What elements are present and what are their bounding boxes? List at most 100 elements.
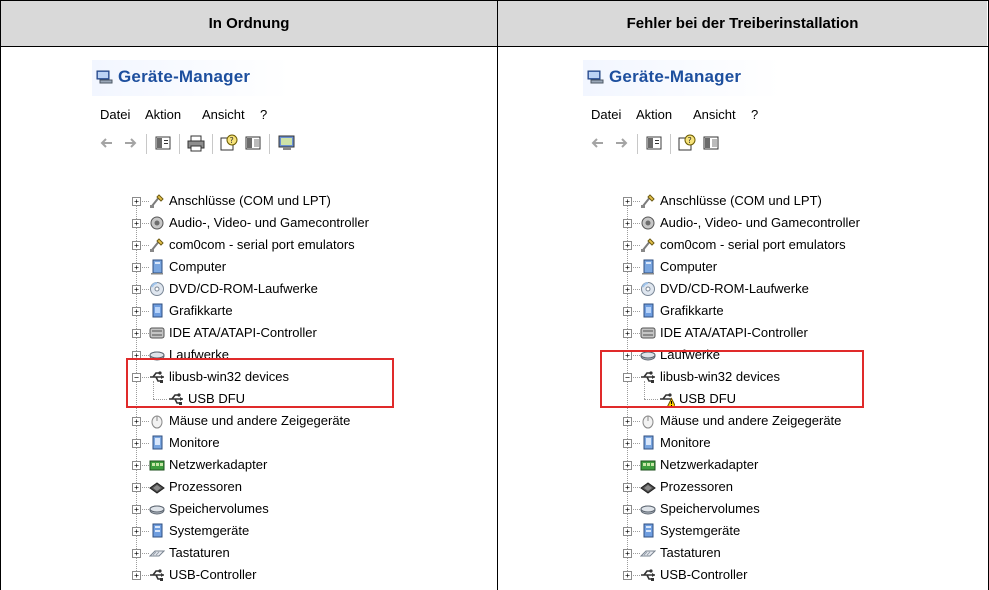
tree-item[interactable]: + Mäuse und andere Zeigegeräte bbox=[92, 411, 422, 431]
tree-item-label: Netzwerkadapter bbox=[660, 457, 759, 472]
table-border-left bbox=[0, 0, 1, 590]
expand-icon[interactable]: + bbox=[623, 219, 632, 228]
expand-icon[interactable]: + bbox=[132, 527, 141, 536]
tree-item[interactable]: + DVD/CD-ROM-Laufwerke bbox=[92, 279, 422, 299]
tree-connector-line bbox=[633, 509, 640, 510]
usb-icon bbox=[149, 567, 165, 583]
expand-icon[interactable]: + bbox=[132, 197, 141, 206]
tree-item[interactable]: + Speichervolumes bbox=[583, 499, 913, 519]
tree-connector-line bbox=[142, 245, 149, 246]
tree-item-label: Prozessoren bbox=[169, 479, 242, 494]
tree-item-label: Monitore bbox=[660, 435, 711, 450]
tree-item-label: USB-Controller bbox=[169, 567, 257, 582]
expand-icon[interactable]: + bbox=[623, 417, 632, 426]
expand-icon[interactable]: + bbox=[623, 307, 632, 316]
column-header-error: Fehler bei der Treiberinstallation bbox=[626, 15, 859, 32]
tree-item[interactable]: + Monitore bbox=[92, 433, 422, 453]
tree-item-label: Computer bbox=[660, 259, 718, 274]
tree-item[interactable]: + Mäuse und andere Zeigegeräte bbox=[583, 411, 913, 431]
network-icon bbox=[149, 457, 165, 473]
port-icon bbox=[640, 193, 656, 209]
tree-item[interactable]: + Systemgeräte bbox=[583, 521, 913, 541]
tree-item[interactable]: + Systemgeräte bbox=[92, 521, 422, 541]
expand-icon[interactable]: + bbox=[132, 417, 141, 426]
expand-icon[interactable]: + bbox=[623, 439, 632, 448]
tree-item[interactable]: + Tastaturen bbox=[92, 543, 422, 563]
tree-item[interactable]: + Speichervolumes bbox=[92, 499, 422, 519]
tree-item[interactable]: + com0com - serial port emulators bbox=[583, 235, 913, 255]
tree-item[interactable]: + Anschlüsse (COM und LPT) bbox=[583, 191, 913, 211]
tree-item-label: DVD/CD-ROM-Laufwerke bbox=[169, 281, 318, 296]
expand-icon[interactable]: + bbox=[132, 263, 141, 272]
tree-connector-line bbox=[633, 553, 640, 554]
tree-connector-line bbox=[142, 421, 149, 422]
expand-icon[interactable]: + bbox=[132, 571, 141, 580]
expand-icon[interactable]: + bbox=[132, 219, 141, 228]
tree-item[interactable]: + USB-Controller bbox=[583, 565, 913, 585]
port-icon bbox=[640, 237, 656, 253]
tree-item-label: Audio-, Video- und Gamecontroller bbox=[660, 215, 860, 230]
expand-icon[interactable]: + bbox=[623, 549, 632, 558]
tree-item[interactable]: + Prozessoren bbox=[92, 477, 422, 497]
highlight-box bbox=[600, 350, 864, 408]
expand-icon[interactable]: + bbox=[623, 527, 632, 536]
expand-icon[interactable]: + bbox=[132, 307, 141, 316]
tree-item[interactable]: + Grafikkarte bbox=[92, 301, 422, 321]
system-icon bbox=[640, 523, 656, 539]
tree-connector-line bbox=[633, 575, 640, 576]
tree-item[interactable]: + Anschlüsse (COM und LPT) bbox=[92, 191, 422, 211]
tree-item[interactable]: + IDE ATA/ATAPI-Controller bbox=[92, 323, 422, 343]
keyboard-icon bbox=[639, 545, 657, 561]
tree-connector-line bbox=[633, 289, 640, 290]
tree-item[interactable]: + Tastaturen bbox=[583, 543, 913, 563]
table-border-top bbox=[0, 0, 989, 1]
expand-icon[interactable]: + bbox=[623, 461, 632, 470]
expand-icon[interactable]: + bbox=[623, 263, 632, 272]
expand-icon[interactable]: + bbox=[132, 505, 141, 514]
tree-item[interactable]: + Grafikkarte bbox=[583, 301, 913, 321]
expand-icon[interactable]: + bbox=[623, 285, 632, 294]
expand-icon[interactable]: + bbox=[623, 197, 632, 206]
tree-item[interactable]: + Computer bbox=[583, 257, 913, 277]
expand-icon[interactable]: + bbox=[132, 461, 141, 470]
expand-icon[interactable]: + bbox=[132, 483, 141, 492]
tree-item[interactable]: + DVD/CD-ROM-Laufwerke bbox=[583, 279, 913, 299]
tree-item[interactable]: + com0com - serial port emulators bbox=[92, 235, 422, 255]
expand-icon[interactable]: + bbox=[623, 329, 632, 338]
tree-connector-line bbox=[633, 201, 640, 202]
tree-connector-line bbox=[633, 531, 640, 532]
expand-icon[interactable]: + bbox=[623, 571, 632, 580]
highlight-box bbox=[126, 358, 394, 408]
expand-icon[interactable]: + bbox=[132, 241, 141, 250]
expand-icon[interactable]: + bbox=[623, 241, 632, 250]
tree-item[interactable]: + Monitore bbox=[583, 433, 913, 453]
tree-item-label: Computer bbox=[169, 259, 227, 274]
audio-icon bbox=[640, 215, 656, 231]
tree-item[interactable]: + Audio-, Video- und Gamecontroller bbox=[583, 213, 913, 233]
tree-connector-line bbox=[142, 311, 149, 312]
device-tree: + Anschlüsse (COM und LPT) + Audio-, Video-… bbox=[583, 60, 913, 590]
tree-item-label: Monitore bbox=[169, 435, 220, 450]
tree-item[interactable]: + Computer bbox=[92, 257, 422, 277]
expand-icon[interactable]: + bbox=[132, 329, 141, 338]
tree-item[interactable]: + Netzwerkadapter bbox=[92, 455, 422, 475]
tree-item-label: DVD/CD-ROM-Laufwerke bbox=[660, 281, 809, 296]
tree-item[interactable]: + Audio-, Video- und Gamecontroller bbox=[92, 213, 422, 233]
display-icon bbox=[149, 303, 165, 319]
mouse-icon bbox=[640, 413, 656, 429]
tree-item[interactable]: + USB-Controller bbox=[92, 565, 422, 585]
tree-connector-line bbox=[633, 465, 640, 466]
expand-icon[interactable]: + bbox=[132, 285, 141, 294]
tree-connector-line bbox=[142, 531, 149, 532]
tree-connector-line bbox=[633, 443, 640, 444]
expand-icon[interactable]: + bbox=[623, 483, 632, 492]
computer-icon bbox=[149, 259, 165, 275]
expand-icon[interactable]: + bbox=[132, 549, 141, 558]
expand-icon[interactable]: + bbox=[132, 439, 141, 448]
expand-icon[interactable]: + bbox=[623, 505, 632, 514]
table-border-header bbox=[0, 46, 989, 47]
tree-item[interactable]: + Prozessoren bbox=[583, 477, 913, 497]
tree-item[interactable]: + Netzwerkadapter bbox=[583, 455, 913, 475]
tree-connector-line bbox=[142, 553, 149, 554]
tree-item[interactable]: + IDE ATA/ATAPI-Controller bbox=[583, 323, 913, 343]
